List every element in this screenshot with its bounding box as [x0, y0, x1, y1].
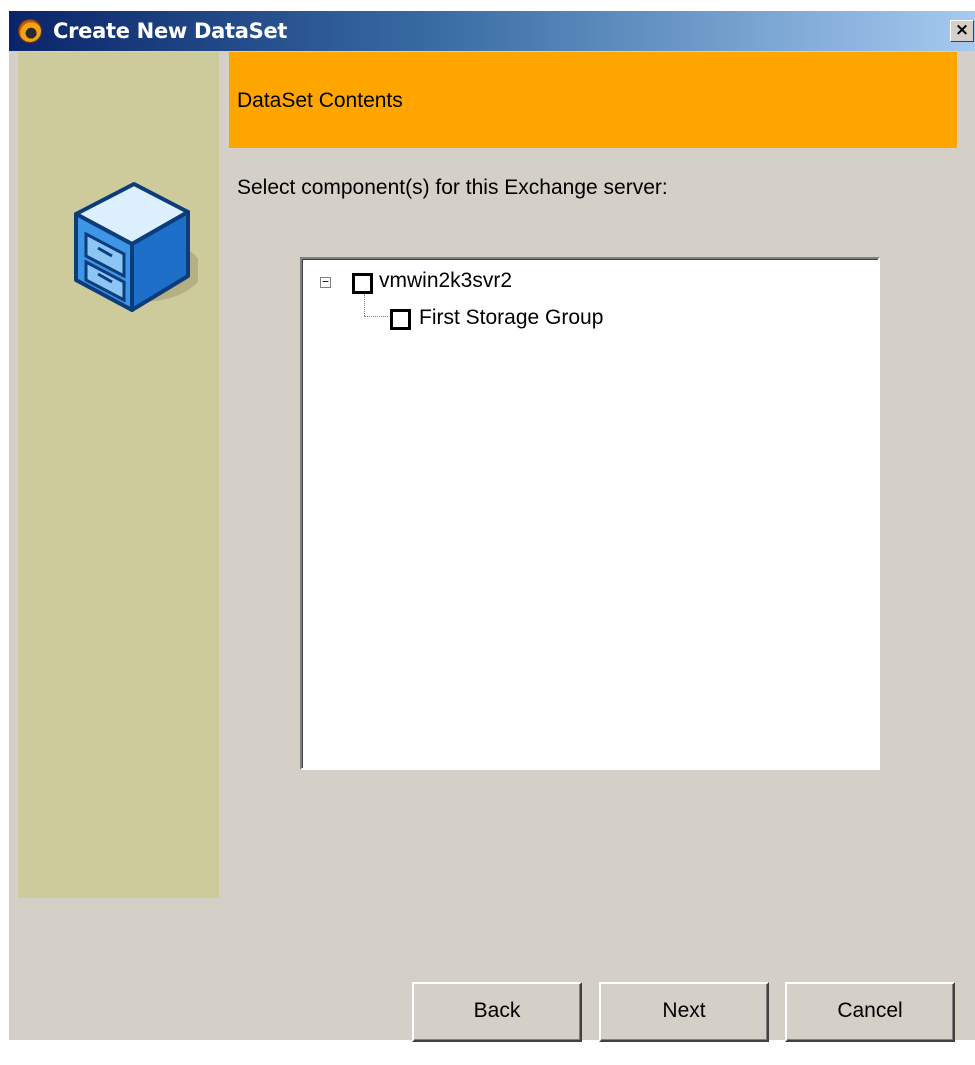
file-cabinet-icon	[74, 182, 198, 312]
tree-node-root-label[interactable]: vmwin2k3svr2	[379, 269, 512, 293]
tree-connector-branch	[364, 316, 388, 317]
root-checkbox[interactable]	[352, 273, 373, 294]
component-tree[interactable]: − vmwin2k3svr2 First Storage Group	[300, 257, 880, 770]
back-button[interactable]: Back	[412, 982, 582, 1042]
window-title: Create New DataSet	[53, 19, 288, 43]
collapse-toggle-icon[interactable]: −	[320, 276, 331, 288]
close-button[interactable]: ×	[950, 20, 974, 42]
tree-node-child-label[interactable]: First Storage Group	[419, 306, 603, 330]
header-band: DataSet Contents	[229, 52, 957, 148]
child-checkbox[interactable]	[390, 309, 411, 330]
side-panel	[18, 52, 219, 898]
tree-content: − vmwin2k3svr2 First Storage Group	[302, 259, 878, 768]
cancel-button[interactable]: Cancel	[785, 982, 955, 1042]
tree-connector-line	[364, 294, 365, 316]
page-title: DataSet Contents	[237, 89, 403, 112]
next-button[interactable]: Next	[599, 982, 769, 1042]
title-bar[interactable]: Create New DataSet ×	[9, 11, 975, 51]
app-logo-icon	[19, 20, 41, 42]
instruction-text: Select component(s) for this Exchange se…	[237, 176, 668, 199]
